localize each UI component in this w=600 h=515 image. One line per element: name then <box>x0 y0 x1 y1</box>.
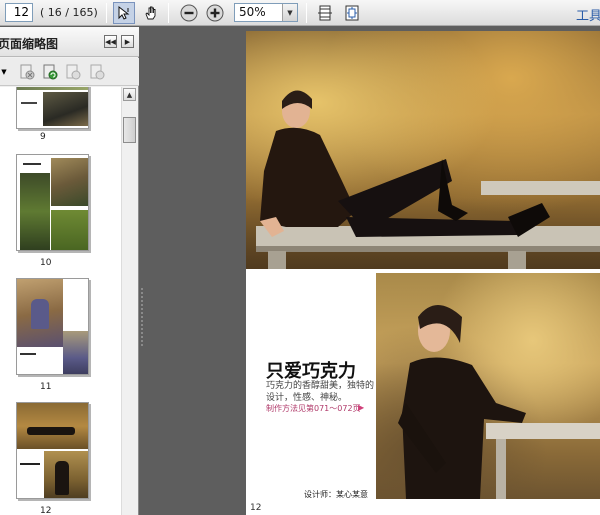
delete-page-icon <box>20 64 35 80</box>
toolbar-separator <box>106 3 107 23</box>
thumbnail-photo <box>63 331 88 374</box>
zoom-in-button[interactable] <box>204 2 226 24</box>
photo-scene <box>256 90 600 269</box>
fit-page-button[interactable] <box>341 2 363 24</box>
hand-icon <box>145 6 156 20</box>
triangle-right-icon: ▶ <box>358 403 365 412</box>
minus-circle-icon <box>180 4 198 22</box>
plus-circle-icon <box>206 4 224 22</box>
thumbnail-photo <box>20 173 50 250</box>
panel-header: 页面缩略图 ◀◀ ▶ <box>0 27 139 57</box>
scroll-up-icon[interactable]: ▲ <box>123 88 136 101</box>
thumbnail-page-11[interactable] <box>16 278 89 375</box>
delete-page-button[interactable] <box>18 63 36 81</box>
zoom-select[interactable]: 50% ▼ <box>234 3 298 22</box>
thumbnail-page-10[interactable] <box>16 154 89 251</box>
chevron-down-icon[interactable]: ▼ <box>282 4 297 21</box>
photo-scene <box>398 305 600 499</box>
designer-credit: 设计师：某心某意 <box>304 490 368 499</box>
document-view: 只爱巧克力 巧克力的香醇甜美，独特的设计，性感、神秘。 制作方法见第071～07… <box>139 27 600 515</box>
tools-menu[interactable]: 工具 <box>576 5 600 24</box>
page-description: 巧克力的香醇甜美，独特的设计，性感、神秘。 <box>266 381 375 403</box>
thumbnail-text <box>20 353 36 355</box>
zoom-out-button[interactable] <box>178 2 200 24</box>
toolbar-separator <box>168 3 169 23</box>
thumbnail-page-12[interactable] <box>16 402 89 499</box>
document-page: 只爱巧克力 巧克力的香醇甜美，独特的设计，性感、神秘。 制作方法见第071～07… <box>246 31 600 515</box>
thumbnail-scrollbar[interactable]: ▲ <box>121 87 136 515</box>
thumbnail-figure <box>31 299 49 329</box>
photo-model-reclining <box>246 31 600 269</box>
triangle-right-icon: ▶ <box>124 37 131 46</box>
thumbnail-photo <box>51 158 88 206</box>
thumbnail-text <box>23 163 41 165</box>
thumbnail-text <box>21 102 37 104</box>
rotate-cw-icon <box>90 64 105 80</box>
thumbnail-page-9[interactable] <box>16 87 89 129</box>
rotate-cw-button[interactable] <box>88 63 106 81</box>
page-number-input[interactable]: 12 <box>5 3 33 22</box>
select-tool-button[interactable] <box>113 2 135 24</box>
thumbnail-label: 12 <box>40 506 52 515</box>
thumbnail-label: 9 <box>40 132 46 142</box>
cursor-icon <box>118 5 130 20</box>
page-number: 12 <box>250 503 262 513</box>
toolbar: 12 ( 16 / 165) 50% ▼ 工具 <box>0 0 600 26</box>
fit-width-button[interactable] <box>314 2 336 24</box>
double-chevron-left-icon: ◀◀ <box>105 37 116 46</box>
thumbnail-figure <box>27 427 75 435</box>
triangle-down-icon: ▼ <box>1 68 7 76</box>
fit-width-icon <box>318 5 332 21</box>
rotate-icon <box>43 64 58 80</box>
page-count-label: ( 16 / 165) <box>40 6 98 19</box>
zoom-value: 50% <box>239 5 266 19</box>
thumbnail-photo <box>43 92 88 126</box>
panel-title: 页面缩略图 <box>0 37 59 51</box>
thumbnail-text <box>20 463 40 465</box>
rotate-page-button[interactable] <box>41 63 59 81</box>
collapse-panel-button[interactable]: ◀◀ <box>104 35 117 48</box>
photo-model-seated <box>376 273 600 499</box>
thumbnail-label: 11 <box>40 382 52 392</box>
thumbnail-label: 10 <box>40 258 52 268</box>
thumbnail-photo <box>17 403 88 449</box>
hand-tool-button[interactable] <box>140 2 162 24</box>
panel-options-button[interactable]: ▶ <box>121 35 134 48</box>
thumbnail-photo <box>17 87 88 90</box>
rotate-ccw-icon <box>66 64 81 80</box>
thumbnail-photo <box>51 210 88 250</box>
fit-page-icon <box>345 5 359 21</box>
toolbar-separator <box>306 3 307 23</box>
rotate-ccw-button[interactable] <box>64 63 82 81</box>
panel-splitter[interactable] <box>140 287 144 347</box>
thumbnail-panel: 页面缩略图 ◀◀ ▶ ▼ 9 10 11 12 ▲ <box>0 27 139 515</box>
thumbnail-list: 9 10 11 12 <box>0 87 121 515</box>
scrollbar-thumb[interactable] <box>123 117 136 143</box>
options-menu-button[interactable]: ▼ <box>0 63 8 81</box>
panel-toolbar: ▼ <box>0 58 139 86</box>
thumbnail-figure <box>55 461 69 495</box>
method-reference: 制作方法见第071～072页 <box>266 404 361 413</box>
